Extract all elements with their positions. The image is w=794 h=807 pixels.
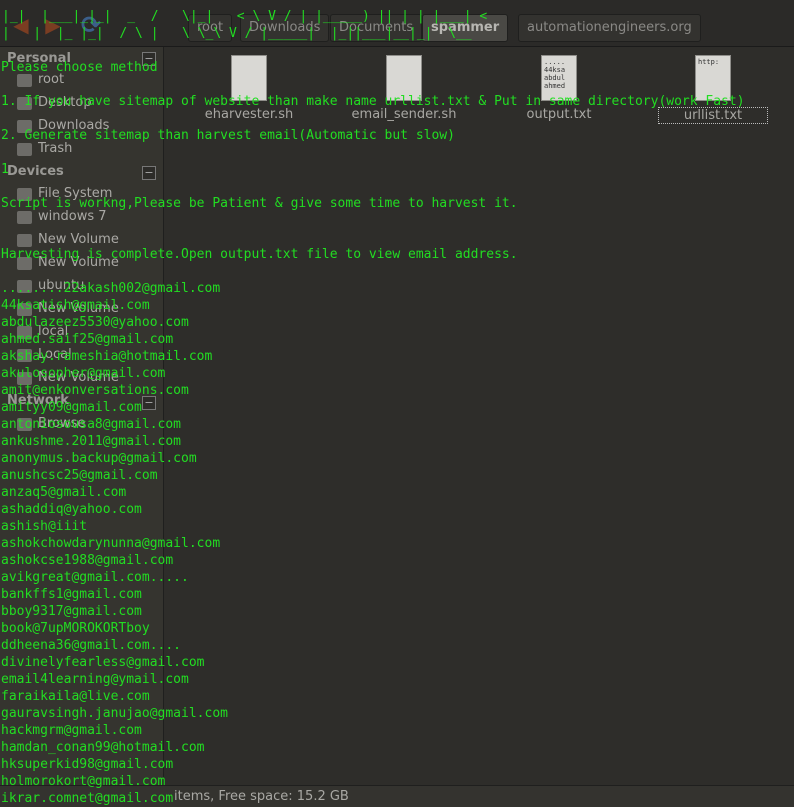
script-file-icon xyxy=(231,55,267,101)
sidebar-item-root[interactable]: root xyxy=(38,72,64,87)
sidebar-item-new-volume[interactable]: New Volume xyxy=(38,301,119,316)
drive-icon xyxy=(17,188,32,201)
breadcrumb-downloads[interactable]: Downloads xyxy=(240,14,330,42)
sidebar-item-browse-network[interactable]: Browse xyxy=(38,416,85,431)
breadcrumb-spammer[interactable]: spammer xyxy=(422,14,509,42)
file-name: urllist.txt xyxy=(658,107,768,124)
drive-icon xyxy=(17,349,32,362)
file-email-sender[interactable]: email_sender.sh xyxy=(349,55,459,122)
sidebar-item-new-volume[interactable]: New Volume xyxy=(38,255,119,270)
drive-icon xyxy=(17,303,32,316)
forward-arrow-icon[interactable]: ▶ xyxy=(42,14,64,36)
text-file-icon: ..... 44ksa abdul ahmed xyxy=(541,55,577,101)
sidebar-section-personal[interactable]: Personal xyxy=(7,51,71,66)
drive-icon xyxy=(17,211,32,224)
status-text: items, Free space: 15.2 GB xyxy=(174,789,349,804)
collapse-icon[interactable]: − xyxy=(142,52,156,66)
trash-icon xyxy=(17,143,32,156)
sidebar-item-new-volume[interactable]: New Volume xyxy=(38,232,119,247)
sidebar-item-ubuntu[interactable]: ubuntu xyxy=(38,278,84,293)
file-name: eharvester.sh xyxy=(204,107,294,122)
sidebar-item-windows7[interactable]: windows 7 xyxy=(38,209,107,224)
drive-icon xyxy=(17,326,32,339)
drive-icon xyxy=(17,280,32,293)
file-manager-window: ◀ ▶ ⟳ root Downloads Documents spammer a… xyxy=(0,0,794,807)
status-bar: items, Free space: 15.2 GB xyxy=(0,785,794,807)
back-arrow-icon[interactable]: ◀ xyxy=(10,14,32,36)
places-sidebar: Personal − root Desktop Downloads Trash … xyxy=(0,47,164,785)
sidebar-section-network[interactable]: Network xyxy=(7,393,69,408)
desktop-icon xyxy=(17,97,32,110)
breadcrumb-automationengineers[interactable]: automationengineers.org xyxy=(518,14,701,42)
file-name: email_sender.sh xyxy=(351,107,457,122)
file-view: eharvester.sh email_sender.sh ..... 44ks… xyxy=(164,47,794,785)
collapse-icon[interactable]: − xyxy=(142,166,156,180)
script-file-icon xyxy=(386,55,422,101)
folder-icon xyxy=(17,74,32,87)
breadcrumb-root[interactable]: root xyxy=(188,14,233,42)
sidebar-item-desktop[interactable]: Desktop xyxy=(38,95,92,110)
reload-icon[interactable]: ⟳ xyxy=(80,13,102,37)
file-urllist[interactable]: http: urllist.txt xyxy=(658,55,768,124)
sidebar-item-file-system[interactable]: File System xyxy=(38,186,112,201)
folder-icon xyxy=(17,120,32,133)
file-name: output.txt xyxy=(526,107,592,122)
sidebar-item-local[interactable]: local xyxy=(38,324,68,339)
file-eharvester[interactable]: eharvester.sh xyxy=(194,55,304,122)
drive-icon xyxy=(17,234,32,247)
file-output[interactable]: ..... 44ksa abdul ahmed output.txt xyxy=(504,55,614,122)
drive-icon xyxy=(17,257,32,270)
sidebar-section-devices[interactable]: Devices xyxy=(7,164,64,179)
network-icon xyxy=(17,418,32,431)
sidebar-item-downloads[interactable]: Downloads xyxy=(38,118,109,133)
text-file-icon: http: xyxy=(695,55,731,101)
sidebar-item-local[interactable]: Local xyxy=(38,347,72,362)
collapse-icon[interactable]: − xyxy=(142,396,156,410)
toolbar: ◀ ▶ ⟳ root Downloads Documents spammer a… xyxy=(0,0,794,47)
sidebar-item-new-volume[interactable]: New Volume xyxy=(38,370,119,385)
sidebar-item-trash[interactable]: Trash xyxy=(38,141,72,156)
breadcrumb-documents[interactable]: Documents xyxy=(330,14,423,42)
drive-icon xyxy=(17,372,32,385)
